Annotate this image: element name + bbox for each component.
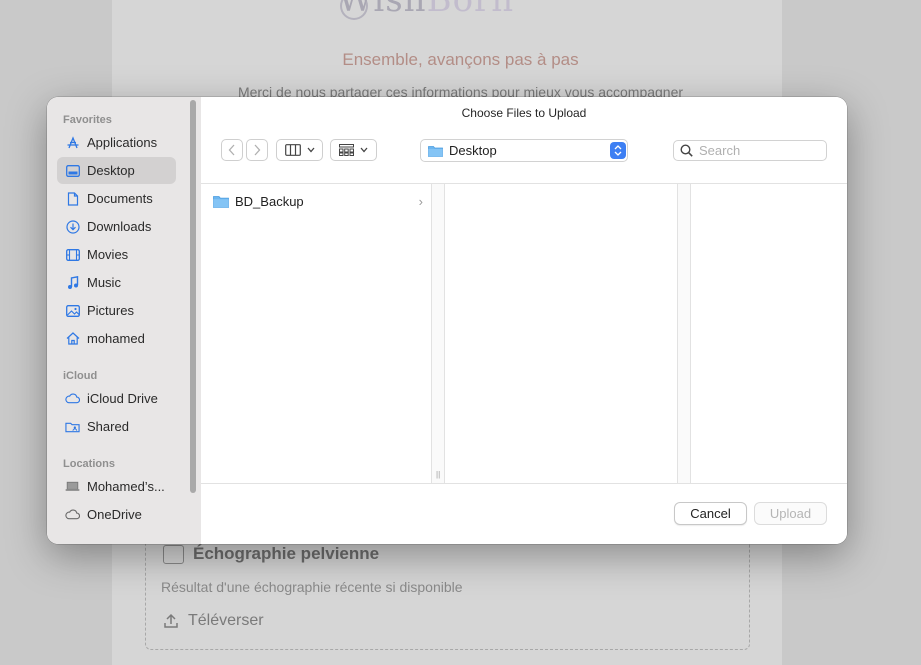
sidebar-item-music[interactable]: Music <box>57 269 176 296</box>
document-icon <box>65 191 80 206</box>
upload-button[interactable]: Upload <box>754 502 827 525</box>
file-name: BD_Backup <box>235 193 304 209</box>
updown-chevron-icon <box>610 142 626 159</box>
folder-icon <box>428 145 443 157</box>
search-field[interactable] <box>673 140 827 161</box>
sidebar-section-locations: Locations <box>63 458 115 470</box>
chevron-down-icon <box>360 147 368 153</box>
chevron-right-icon: › <box>418 194 423 209</box>
folder-icon <box>213 195 229 208</box>
sidebar-item-movies[interactable]: Movies <box>57 241 176 268</box>
forward-button[interactable] <box>246 139 268 161</box>
cloud-icon <box>65 508 80 522</box>
file-browser-panel: Choose Files to Upload Desktop Search BD… <box>201 97 847 544</box>
sidebar-item-onedrive[interactable]: OneDrive <box>57 501 176 528</box>
sidebar-item-shared[interactable]: Shared <box>57 413 176 440</box>
page-tagline: Ensemble, avançons pas à pas <box>342 50 579 69</box>
download-icon <box>65 219 80 234</box>
music-note-icon <box>65 275 80 290</box>
sidebar-item-label: Downloads <box>87 219 152 234</box>
file-upload-dialog: Favorites Applications Desktop Documents… <box>47 97 847 544</box>
dialog-title: Choose Files to Upload <box>461 106 587 120</box>
column-divider[interactable] <box>677 184 691 483</box>
sidebar-item-documents[interactable]: Documents <box>57 185 176 212</box>
sidebar-item-label: Applications <box>87 135 158 150</box>
sidebar-item-label: OneDrive <box>87 507 142 522</box>
ultrasound-icon <box>163 545 184 564</box>
sidebar-scrollbar[interactable] <box>190 100 196 493</box>
home-icon <box>65 332 80 346</box>
cloud-icon <box>65 392 80 406</box>
sidebar: Favorites Applications Desktop Documents… <box>47 97 201 544</box>
location-dropdown-value: Desktop <box>449 143 497 158</box>
sidebar-item-label: Shared <box>87 419 129 434</box>
applications-icon <box>65 135 80 150</box>
grid-icon <box>339 144 354 156</box>
film-icon <box>65 248 80 262</box>
logo: WishBorn <box>338 0 515 20</box>
column-divider[interactable]: || <box>431 184 445 483</box>
sidebar-item-icloud-drive[interactable]: iCloud Drive <box>57 385 176 412</box>
location-dropdown[interactable]: Desktop <box>420 139 628 162</box>
columns-view-icon <box>284 144 301 156</box>
sidebar-item-home[interactable]: mohamed <box>57 325 176 352</box>
laptop-icon <box>65 480 80 494</box>
chevron-down-icon <box>307 147 314 153</box>
column-browser: BD_Backup › || <box>201 183 847 484</box>
sidebar-item-mac[interactable]: Mohamed’s... <box>57 473 176 500</box>
upload-link[interactable]: Téléverser <box>188 612 264 630</box>
sidebar-item-label: Mohamed’s... <box>87 479 165 494</box>
chevron-left-icon <box>228 144 235 156</box>
sidebar-item-downloads[interactable]: Downloads <box>57 213 176 240</box>
sidebar-item-pictures[interactable]: Pictures <box>57 297 176 324</box>
shared-folder-icon <box>65 420 80 434</box>
sidebar-item-label: Music <box>87 275 121 290</box>
sidebar-item-label: Documents <box>87 191 153 206</box>
sidebar-item-label: Pictures <box>87 303 134 318</box>
sidebar-item-applications[interactable]: Applications <box>57 129 176 156</box>
sidebar-item-label: Movies <box>87 247 129 262</box>
sidebar-section-icloud: iCloud <box>63 370 98 382</box>
upload-card-title: Échographie pelvienne <box>193 544 380 563</box>
sidebar-section-favorites: Favorites <box>63 114 112 126</box>
view-mode-button[interactable] <box>276 139 323 161</box>
upload-icon <box>164 613 178 628</box>
resize-grip-icon: || <box>436 470 441 479</box>
cancel-button[interactable]: Cancel <box>674 502 747 525</box>
search-input[interactable] <box>699 143 814 158</box>
chevron-right-icon <box>254 144 261 156</box>
desktop-icon <box>65 164 80 178</box>
photo-icon <box>65 304 80 318</box>
file-row-bd-backup[interactable]: BD_Backup › <box>213 192 423 210</box>
group-button[interactable] <box>330 139 377 161</box>
sidebar-item-label: Desktop <box>87 163 135 178</box>
sidebar-item-desktop[interactable]: Desktop <box>57 157 176 184</box>
back-button[interactable] <box>221 139 243 161</box>
sidebar-item-label: iCloud Drive <box>87 391 158 406</box>
search-icon <box>680 144 693 157</box>
upload-card-description: Résultat d'une échographie récente si di… <box>161 579 463 595</box>
sidebar-item-label: mohamed <box>87 331 145 346</box>
